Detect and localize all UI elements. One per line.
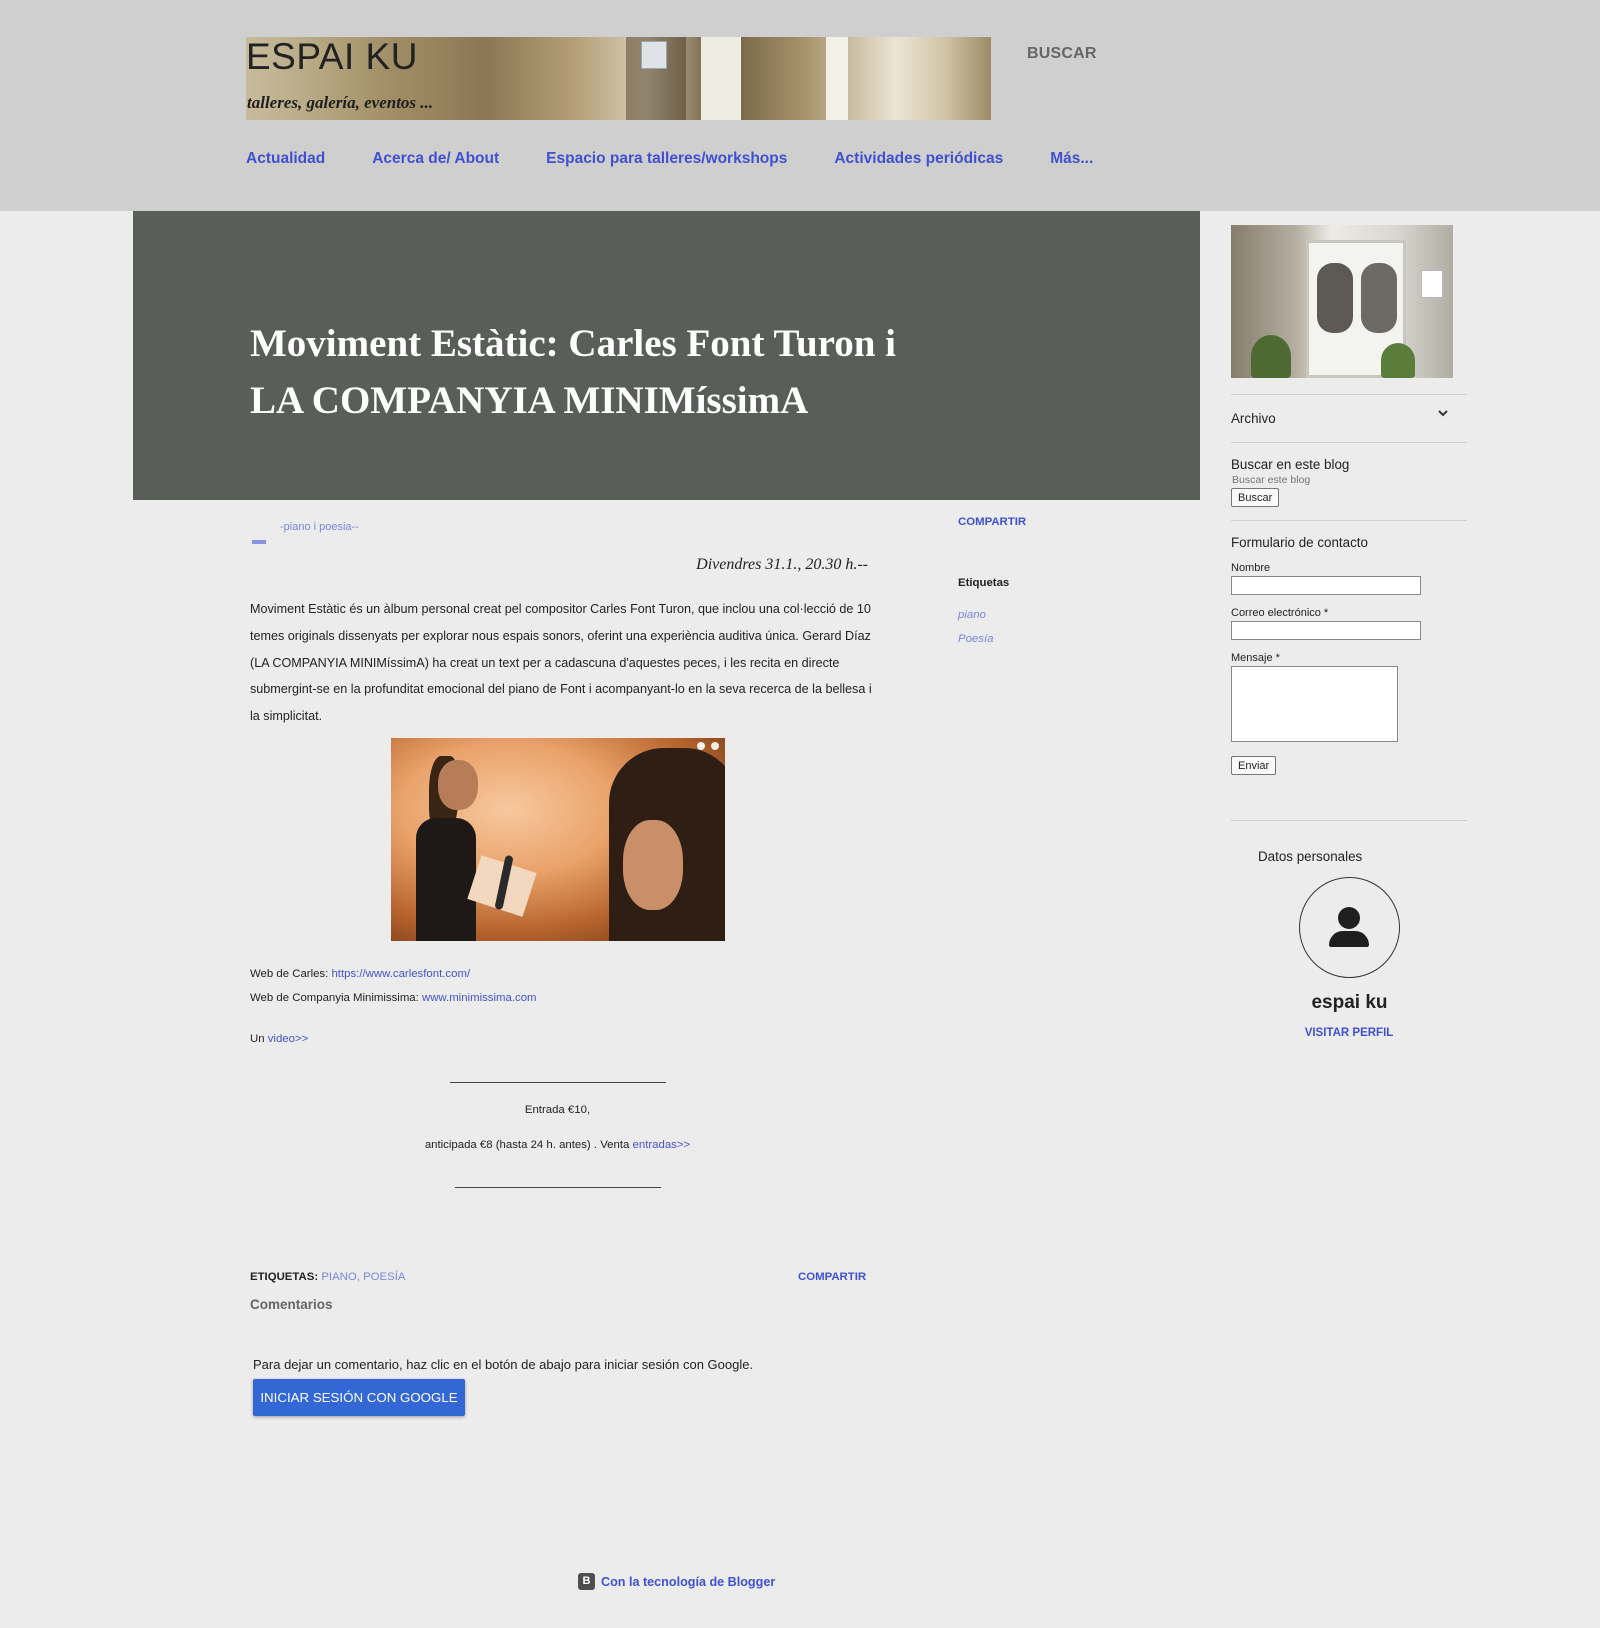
- google-signin-button[interactable]: INICIAR SESIÓN CON GOOGLE: [253, 1379, 465, 1416]
- nav-item-more[interactable]: Más...: [1050, 150, 1093, 168]
- share-button-bottom[interactable]: COMPARTIR: [798, 1271, 866, 1283]
- blogger-icon[interactable]: B: [578, 1573, 595, 1590]
- send-button[interactable]: Enviar: [1231, 756, 1277, 775]
- carles-link-line: Web de Carles: https://www.carlesfont.co…: [250, 963, 537, 987]
- photo-sign: [1421, 270, 1443, 298]
- post-title: Moviment Estàtic: Carles Font Turon i LA…: [250, 322, 897, 422]
- presale-text: anticipada €8 (hasta 24 h. antes) . Vent…: [424, 1139, 633, 1151]
- minimissima-link[interactable]: www.minimissima.com: [422, 992, 537, 1004]
- photo-window: [1361, 263, 1397, 333]
- sidebar-photo[interactable]: [1231, 225, 1453, 378]
- carles-link-label: Web de Carles:: [250, 968, 332, 980]
- tags-title: Etiquetas: [958, 577, 1010, 589]
- labels-prefix: ETIQUETAS:: [250, 1271, 319, 1283]
- sidebar-divider: [1231, 394, 1467, 395]
- sidebar-divider: [1231, 820, 1467, 821]
- nav-item-workshops[interactable]: Espacio para talleres/workshops: [546, 150, 787, 168]
- banner-light-stripe: [826, 37, 848, 120]
- post-labels: ETIQUETAS: PIANO, POESÍA: [250, 1271, 406, 1283]
- post-header: Moviment Estàtic: Carles Font Turon i LA…: [133, 211, 1200, 500]
- share-button-top[interactable]: COMPARTIR: [958, 516, 1026, 528]
- sidebar-divider: [1231, 520, 1467, 521]
- nav-item-actualidad[interactable]: Actualidad: [246, 150, 325, 168]
- message-label: Mensaje *: [1231, 652, 1280, 664]
- profile-name[interactable]: espai ku: [1299, 992, 1400, 1014]
- name-field[interactable]: [1231, 576, 1421, 595]
- contact-form-title: Formulario de contacto: [1231, 535, 1368, 550]
- share-icon[interactable]: [711, 742, 719, 750]
- photo-window: [1317, 263, 1353, 333]
- minimissima-link-line: Web de Companyia Minimissima: www.minimi…: [250, 987, 537, 1011]
- minimissima-link-label: Web de Companyia Minimissima:: [250, 991, 422, 1004]
- photo-plant: [1251, 335, 1291, 378]
- pianist-face: [623, 820, 683, 910]
- name-label: Nombre: [1231, 562, 1271, 574]
- message-field[interactable]: [1231, 666, 1398, 742]
- powered-by-blogger-link[interactable]: Con la tecnología de Blogger: [601, 1575, 775, 1589]
- tickets-link[interactable]: entradas>>: [633, 1139, 691, 1151]
- comments-title: Comentarios: [250, 1297, 333, 1312]
- divider: [450, 1082, 666, 1083]
- footer: B Con la tecnología de Blogger: [578, 1573, 775, 1590]
- tag-poesia[interactable]: Poesía: [958, 633, 993, 645]
- carles-link[interactable]: https://www.carlesfont.com/: [331, 968, 470, 980]
- nav-item-activities[interactable]: Actividades periódicas: [834, 150, 1003, 168]
- person-icon-shoulders: [1329, 931, 1369, 947]
- labels-links[interactable]: PIANO, POESÍA: [321, 1271, 405, 1283]
- header-banner[interactable]: ESPAI KU talleres, galería, eventos ...: [246, 37, 991, 120]
- visit-profile-link[interactable]: VISITAR PERFIL: [1289, 1027, 1409, 1039]
- site-header: ESPAI KU talleres, galería, eventos ... …: [0, 0, 1600, 211]
- clock-icon[interactable]: [697, 742, 705, 750]
- email-label: Correo electrónico *: [1231, 607, 1329, 619]
- photo-plant: [1381, 343, 1415, 378]
- external-links: Web de Carles: https://www.carlesfont.co…: [250, 963, 537, 1010]
- site-title[interactable]: ESPAI KU: [246, 37, 418, 77]
- avatar[interactable]: [1299, 877, 1400, 978]
- blog-search-input[interactable]: [1232, 473, 1372, 487]
- video-link-prefix: Un: [250, 1033, 268, 1045]
- site-subtitle: talleres, galería, eventos ...: [247, 93, 434, 112]
- email-field[interactable]: [1231, 621, 1421, 640]
- archive-toggle[interactable]: Archivo: [1231, 411, 1276, 426]
- person-icon: [1338, 907, 1360, 929]
- banner-light-stripe: [701, 37, 741, 120]
- video-link[interactable]: video>>: [268, 1033, 309, 1045]
- event-date: Divendres 31.1., 20.30 h.--: [696, 556, 868, 573]
- blog-search-button[interactable]: Buscar: [1231, 488, 1280, 507]
- tag-piano[interactable]: piano: [958, 609, 986, 621]
- performer-head: [438, 760, 478, 810]
- comment-note: Para dejar un comentario, haz clic en el…: [253, 1357, 754, 1372]
- personal-data-title: Datos personales: [1258, 849, 1363, 864]
- main-nav: Actualidad Acerca de/ About Espacio para…: [246, 150, 1140, 168]
- video-link-line: Un video>>: [250, 1033, 308, 1045]
- nav-item-about[interactable]: Acerca de/ About: [372, 150, 499, 168]
- presale-line: anticipada €8 (hasta 24 h. antes) . Vent…: [250, 1139, 865, 1151]
- banner-poster: [641, 41, 667, 69]
- performer-body: [416, 818, 476, 941]
- search-button[interactable]: BUSCAR: [1027, 45, 1097, 63]
- video-thumbnail[interactable]: [391, 738, 725, 941]
- ticket-price: Entrada €10,: [524, 1104, 591, 1116]
- dash-icon: [252, 540, 266, 544]
- divider: [455, 1187, 661, 1188]
- sidebar-divider: [1231, 442, 1467, 443]
- blog-search-title: Buscar en este blog: [1231, 457, 1350, 472]
- post-subnote: -piano i poesia--: [280, 521, 359, 533]
- post-body: Moviment Estàtic és un àlbum personal cr…: [250, 602, 872, 724]
- chevron-down-icon[interactable]: [1436, 406, 1450, 423]
